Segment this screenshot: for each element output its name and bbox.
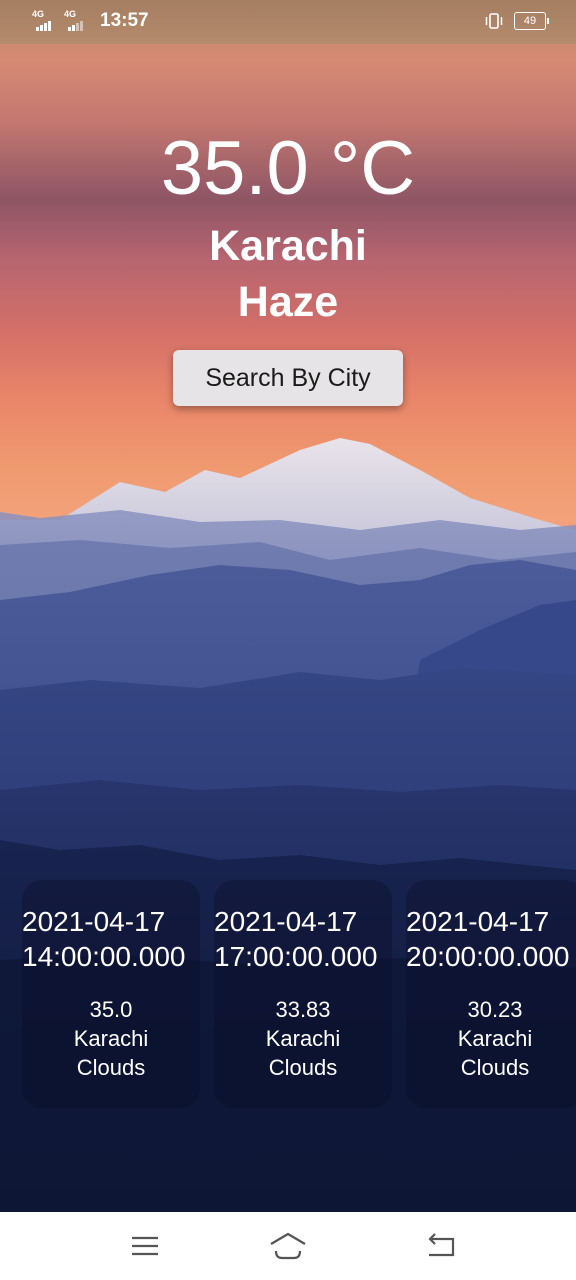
signal-icon: 4G bbox=[32, 9, 56, 31]
status-bar: 4G 4G 13:57 49 bbox=[0, 0, 576, 44]
forecast-date: 2021-04-17 bbox=[406, 906, 550, 937]
forecast-datetime: 2021-04-17 14:00:00.000 bbox=[22, 904, 200, 974]
forecast-city: Karachi bbox=[73, 1026, 149, 1051]
forecast-city: Karachi bbox=[265, 1026, 341, 1051]
current-condition: Haze bbox=[237, 278, 339, 326]
menu-icon bbox=[132, 1236, 158, 1256]
sim2-network-label: 4G bbox=[64, 9, 77, 19]
signal-icon: 4G bbox=[64, 9, 88, 31]
forecast-temperature: 35.0 bbox=[89, 997, 133, 1022]
back-icon bbox=[428, 1233, 455, 1257]
forecast-date: 2021-04-17 bbox=[214, 906, 358, 937]
forecast-list[interactable]: 2021-04-17 14:00:00.000 35.0 Karachi Clo… bbox=[0, 880, 576, 1110]
forecast-city: Karachi bbox=[457, 1026, 533, 1051]
forecast-card[interactable]: 2021-04-17 20:00:00.000 30.23 Karachi Cl… bbox=[406, 880, 576, 1108]
forecast-card[interactable]: 2021-04-17 14:00:00.000 35.0 Karachi Clo… bbox=[22, 880, 200, 1108]
forecast-time: 17:00:00.000 bbox=[214, 941, 378, 972]
status-right-group: 49 bbox=[484, 11, 549, 31]
forecast-datetime: 2021-04-17 20:00:00.000 bbox=[406, 904, 576, 974]
status-time: 13:57 bbox=[100, 10, 149, 31]
current-temperature: 35.0 °C bbox=[160, 126, 416, 211]
forecast-temperature: 30.23 bbox=[467, 997, 523, 1022]
home-button[interactable] bbox=[266, 1226, 310, 1266]
forecast-description: Clouds bbox=[76, 1055, 146, 1080]
home-icon bbox=[270, 1232, 306, 1260]
forecast-card[interactable]: 2021-04-17 17:00:00.000 33.83 Karachi Cl… bbox=[214, 880, 392, 1108]
current-city: Karachi bbox=[209, 222, 367, 270]
navigation-bar bbox=[0, 1212, 576, 1280]
forecast-time: 14:00:00.000 bbox=[22, 941, 186, 972]
vibrate-icon bbox=[485, 13, 503, 29]
forecast-time: 20:00:00.000 bbox=[406, 941, 570, 972]
forecast-description: Clouds bbox=[460, 1055, 530, 1080]
menu-button[interactable] bbox=[123, 1226, 167, 1266]
forecast-date: 2021-04-17 bbox=[22, 906, 166, 937]
back-button[interactable] bbox=[418, 1226, 462, 1266]
sim1-network-label: 4G bbox=[32, 9, 45, 19]
status-left-group: 4G 4G 13:57 bbox=[32, 9, 149, 32]
forecast-description: Clouds bbox=[268, 1055, 338, 1080]
forecast-datetime: 2021-04-17 17:00:00.000 bbox=[214, 904, 392, 974]
weather-app-screen: 4G 4G 13:57 49 35.0 °C Karachi Haze Sear… bbox=[0, 0, 576, 1280]
battery-level: 49 bbox=[523, 15, 537, 27]
forecast-temperature: 33.83 bbox=[275, 997, 331, 1022]
search-by-city-button[interactable]: Search By City bbox=[173, 350, 403, 406]
battery-icon: 49 bbox=[514, 12, 549, 30]
